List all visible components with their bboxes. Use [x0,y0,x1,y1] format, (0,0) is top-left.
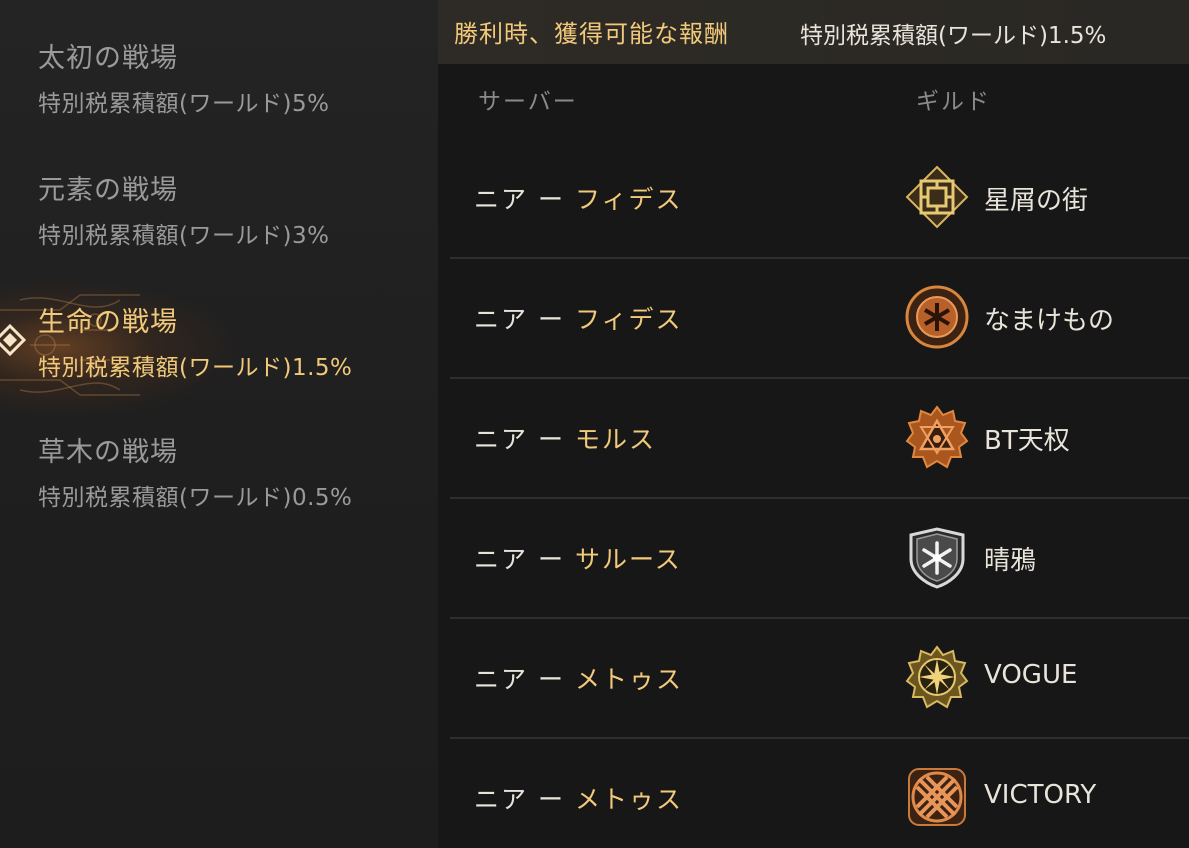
server-prefix: ニア [474,425,529,454]
server-name: ニア ー フィデス [474,300,682,336]
server-dash: ー [537,305,565,334]
battlefield-item-grass[interactable]: 草木の戦場 特別税累積額(ワールド)0.5% [0,430,438,520]
table-row[interactable]: ニア ー モルス BT天权 [450,378,1189,499]
server-prefix: ニア [474,545,529,574]
battlefield-reward-screen: 太初の戦場 特別税累積額(ワールド)5% 元素の戦場 特別税累積額(ワールド)3… [0,0,1189,848]
guild-name: VOGUE [984,660,1078,690]
battlefield-tax: 特別税累積額(ワールド)1.5% [38,355,353,381]
table-row[interactable]: ニア ー サルース 晴鴉 [450,498,1189,619]
battlefield-name: 草木の戦場 [38,437,178,468]
server-world: メトゥス [574,785,683,814]
battlefield-name: 生命の戦場 [38,307,178,338]
battlefield-name: 太初の戦場 [38,43,178,74]
gear-triangle-icon [905,405,969,469]
knot-cross-icon [908,768,966,826]
reward-value: 特別税累積額(ワールド)1.5% [800,23,1107,49]
table-row[interactable]: ニア ー フィデス 星屑の街 [450,138,1189,259]
server-world: フィデス [574,305,683,334]
server-world: サルース [574,545,682,574]
shield-snowflake-icon [909,527,965,589]
server-name: ニア ー メトゥス [474,780,683,816]
battlefield-item-primordial[interactable]: 太初の戦場 特別税累積額(ワールド)5% [0,36,438,126]
battlefield-tax: 特別税累積額(ワールド)3% [38,223,330,249]
reward-title: 勝利時、獲得可能な報酬 [454,20,729,48]
server-dash: ー [537,545,565,574]
guild-name: 星屑の街 [984,186,1089,216]
battlefield-tax: 特別税累積額(ワールド)5% [38,91,330,117]
battlefield-list: 太初の戦場 特別税累積額(ワールド)5% 元素の戦場 特別税累積額(ワールド)3… [0,0,438,848]
gear-sun-icon [905,645,969,709]
square-knot-icon [905,165,969,229]
server-dash: ー [537,425,565,454]
server-dash: ー [537,665,565,694]
selected-diamond-icon [0,323,27,357]
battlefield-tax: 特別税累積額(ワールド)0.5% [38,485,353,511]
server-dash: ー [537,185,565,214]
server-prefix: ニア [474,665,529,694]
selection-filigree-icon [0,294,140,396]
server-world: フィデス [574,185,683,214]
server-name: ニア ー フィデス [474,180,682,216]
guild-name: 晴鴉 [984,546,1037,576]
server-name: ニア ー モルス [474,420,656,456]
table-row[interactable]: ニア ー フィデス なまけもの [450,258,1189,379]
server-prefix: ニア [474,305,529,334]
server-column-header: サーバー [478,89,578,115]
guild-table-panel: 勝利時、獲得可能な報酬 特別税累積額(ワールド)1.5% サーバー ギルド ニア… [438,0,1189,848]
server-name: ニア ー サルース [474,540,682,576]
server-prefix: ニア [474,785,529,814]
circle-star-icon [905,285,969,349]
guild-column-header: ギルド [916,89,991,115]
reward-banner: 勝利時、獲得可能な報酬 特別税累積額(ワールド)1.5% [438,0,1189,64]
server-prefix: ニア [474,185,529,214]
guild-name: なまけもの [984,306,1115,336]
table-row[interactable]: ニア ー メトゥス VOGUE [450,618,1189,739]
battlefield-item-element[interactable]: 元素の戦場 特別税累積額(ワールド)3% [0,168,438,258]
battlefield-name: 元素の戦場 [38,175,178,206]
server-dash: ー [537,785,565,814]
table-row[interactable]: ニア ー メトゥス VICTORY [450,738,1189,848]
server-world: モルス [574,425,656,454]
guild-name: VICTORY [984,780,1097,810]
server-world: メトゥス [574,665,683,694]
battlefield-item-life[interactable]: 生命の戦場 特別税累積額(ワールド)1.5% [0,278,438,418]
guild-name: BT天权 [984,426,1070,456]
server-name: ニア ー メトゥス [474,660,683,696]
